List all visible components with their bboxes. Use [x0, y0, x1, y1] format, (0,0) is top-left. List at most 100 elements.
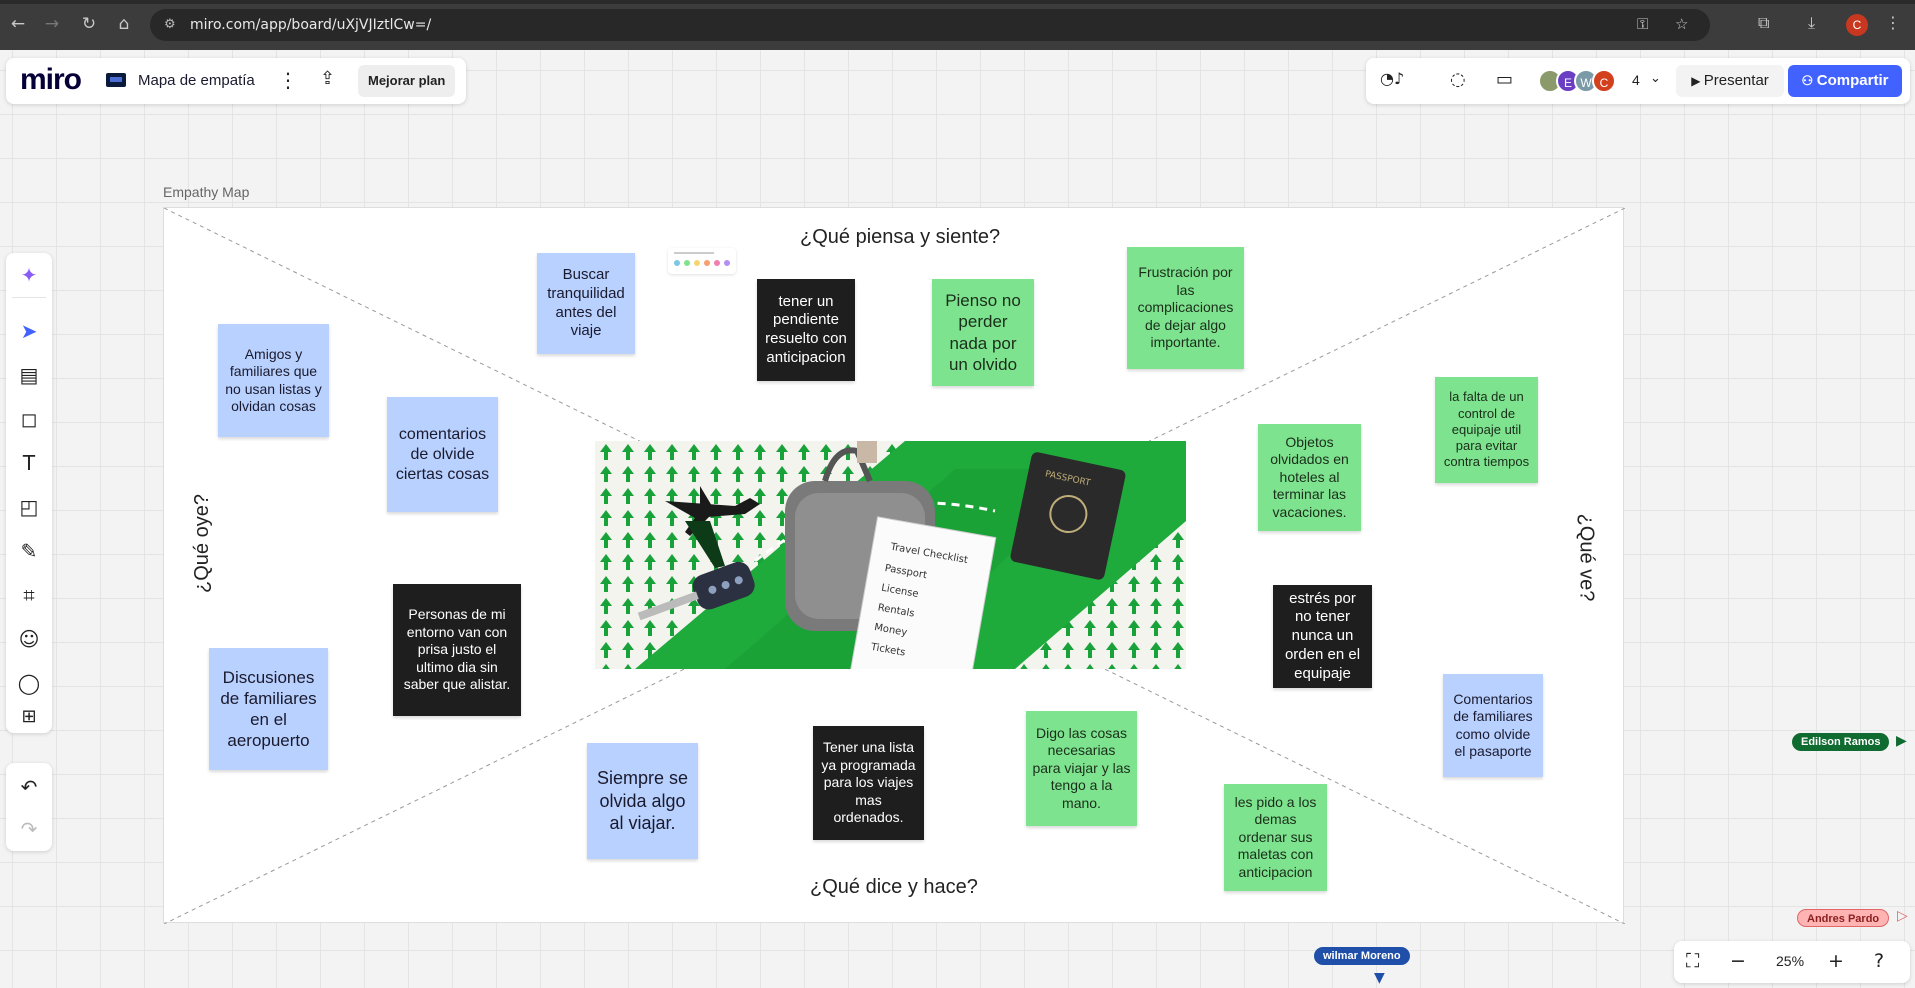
site-info-icon[interactable]: ⚙ [164, 17, 176, 32]
shapes-icon[interactable]: ◰ [6, 489, 52, 525]
collaborator-count[interactable]: 4 [1632, 72, 1640, 88]
sticky-note[interactable]: Siempre se olvida algo al viajar. [587, 743, 698, 859]
toolbar-divider [12, 297, 46, 298]
sticky-note[interactable]: Personas de mi entorno van con prisa jus… [393, 584, 521, 716]
sticky-note[interactable]: Objetos olvidados en hoteles al terminar… [1258, 424, 1361, 531]
undo-icon[interactable]: ↶ [6, 769, 52, 805]
sticky-note[interactable]: la falta de un control de equipaje util … [1435, 377, 1538, 483]
note-text: Objetos olvidados en hoteles al terminar… [1270, 433, 1349, 520]
quadrant-title-sees: ¿Qué ve? [1575, 513, 1598, 602]
emoji-icon[interactable]: ☺ [6, 621, 52, 657]
frame-icon[interactable]: ⌗ [6, 577, 52, 613]
note-text: Siempre se olvida algo al viajar. [596, 768, 689, 834]
sticky-note[interactable]: Buscar tranquilidad antes del viaje [537, 253, 635, 354]
sticky-note-icon[interactable]: ◻ [6, 401, 52, 437]
board-title[interactable]: Mapa de empatía [138, 72, 255, 89]
browser-toolbar: ← → ↻ ⌂ ⚙ miro.com/app/board/uXjVJIztlCw… [0, 0, 1915, 50]
present-button[interactable]: ▶ Presentar [1676, 65, 1784, 97]
sticky-note[interactable]: Comentarios de familiares como olvide el… [1443, 674, 1543, 777]
sticky-note[interactable]: Digo las cosas necesarias para viajar y … [1026, 711, 1137, 826]
note-text: Personas de mi entorno van con prisa jus… [403, 606, 511, 693]
upgrade-plan-button[interactable]: Mejorar plan [358, 65, 456, 97]
sticky-note[interactable]: Frustración por las complicaciones de de… [1127, 247, 1244, 369]
collaborator-cursor: Edilson Ramos [1792, 733, 1890, 751]
frame-label[interactable]: Empathy Map [163, 184, 249, 200]
more-options-icon[interactable]: ⋮ [278, 68, 298, 92]
cursor-name: wilmar Moreno [1323, 950, 1401, 962]
cursor-icon[interactable]: ➤ [6, 313, 52, 349]
chat-icon[interactable]: ◌ [1450, 69, 1466, 90]
address-bar[interactable]: ⚙ miro.com/app/board/uXjVJIztlCw=/ ☆ ⚿ [150, 9, 1710, 41]
left-toolbar: ✦ ➤ ▤ ◻ T ◰ ✎ ⌗ ☺ ◯ ⊞ [6, 253, 52, 733]
reload-icon[interactable]: ↻ [79, 14, 99, 34]
password-key-icon[interactable]: ⚿ [1637, 15, 1648, 33]
quadrant-title-hears: ¿Qué oye? [190, 494, 213, 593]
quadrant-title-says: ¿Qué dice y hace? [810, 876, 978, 898]
zoom-out-icon[interactable]: − [1730, 950, 1746, 972]
help-icon[interactable]: ? [1874, 950, 1884, 972]
browser-menu-icon[interactable]: ⋮ [1885, 13, 1901, 32]
cursor-pointer-icon: ▷ [1897, 908, 1908, 924]
note-text: Buscar tranquilidad antes del viaje [547, 266, 625, 340]
note-text: Pienso no perder nada por un olvido [945, 291, 1021, 374]
redo-icon[interactable]: ↷ [6, 811, 52, 847]
reactions-icon[interactable]: ◔♪ [1380, 69, 1404, 88]
note-text: estrés por no tener nunca un orden en el… [1284, 589, 1361, 682]
extensions-icon[interactable]: ⧉ [1758, 13, 1769, 33]
sticky-note[interactable]: comentarios de olvide ciertas cosas [387, 397, 498, 512]
palette-title [674, 252, 714, 254]
sticky-note[interactable]: les pido a los demas ordenar sus maletas… [1224, 784, 1327, 891]
bookmark-star-icon[interactable]: ☆ [1675, 15, 1688, 33]
collaboration-toolbar: ◔♪ ◌ ▭ E W C 4 ⌄ ▶ Presentar ⚇ Compartir [1366, 58, 1910, 104]
download-icon[interactable]: ⤓ [1808, 13, 1815, 33]
sticky-note[interactable]: Pienso no perder nada por un olvido [932, 279, 1034, 386]
note-text: Amigos y familiares que no usan listas y… [225, 345, 322, 415]
note-text: Discusiones de familiares en el aeropuer… [220, 667, 317, 751]
video-call-icon[interactable]: ▭ [1496, 69, 1513, 90]
avatar[interactable]: C [1592, 69, 1616, 93]
travel-illustration: Travel Checklist Passport License Rental… [595, 441, 1186, 669]
color-palette-widget[interactable] [668, 248, 736, 274]
layout-icon[interactable]: ▤ [6, 357, 52, 393]
back-arrow-icon[interactable]: ← [8, 14, 28, 34]
cursor-pointer-icon: ▶ [1896, 733, 1907, 749]
note-text: les pido a los demas ordenar sus maletas… [1234, 793, 1317, 880]
fit-to-screen-icon[interactable]: ⛶ [1686, 950, 1699, 972]
sticky-note[interactable]: estrés por no tener nunca un orden en el… [1273, 585, 1372, 688]
profile-avatar[interactable]: C [1846, 14, 1868, 36]
zoom-level[interactable]: 25% [1776, 953, 1804, 969]
comment-icon[interactable]: ◯ [6, 665, 52, 701]
travel-illustration-image[interactable]: Travel Checklist Passport License Rental… [595, 441, 1186, 669]
board-thumbnail [106, 73, 126, 87]
forward-arrow-icon[interactable]: → [42, 14, 62, 34]
present-label: Presentar [1703, 72, 1769, 89]
pen-icon[interactable]: ✎ [6, 533, 52, 569]
sticky-note[interactable]: Tener una lista ya programada para los v… [813, 726, 924, 840]
sparkle-icon[interactable]: ✦ [6, 257, 52, 293]
zoom-controls: ⛶ − 25% + ? [1674, 941, 1910, 983]
sticky-note[interactable]: tener un pendiente resuelto con anticipa… [757, 279, 855, 381]
cursor-name: Andres Pardo [1807, 913, 1880, 925]
sticky-note[interactable]: Discusiones de familiares en el aeropuer… [209, 648, 328, 770]
share-button[interactable]: ⚇ Compartir [1788, 65, 1902, 97]
board-header: miro Mapa de empatía ⋮ ⇪ Mejorar plan [6, 58, 466, 104]
note-text: Comentarios de familiares como olvide el… [1453, 690, 1533, 760]
text-icon[interactable]: T [6, 445, 52, 481]
export-icon[interactable]: ⇪ [320, 68, 335, 89]
url-text[interactable]: miro.com/app/board/uXjVJIztlCw=/ [190, 17, 431, 33]
zoom-in-icon[interactable]: + [1828, 950, 1844, 972]
note-text: Frustración por las complicaciones de de… [1137, 264, 1234, 351]
note-text: tener un pendiente resuelto con anticipa… [765, 292, 847, 366]
plus-icon[interactable]: ⊞ [6, 699, 52, 735]
play-icon: ▶ [1691, 74, 1704, 88]
note-text: Digo las cosas necesarias para viajar y … [1032, 724, 1131, 811]
chevron-down-icon[interactable]: ⌄ [1650, 71, 1661, 86]
home-icon[interactable]: ⌂ [114, 14, 134, 34]
miro-logo[interactable]: miro [20, 63, 82, 97]
sticky-note[interactable]: Amigos y familiares que no usan listas y… [218, 324, 329, 437]
note-text: la falta de un control de equipaje util … [1443, 389, 1530, 470]
quadrant-title-thinks: ¿Qué piensa y siente? [800, 226, 1001, 248]
share-label: Compartir [1816, 72, 1889, 89]
note-text: Tener una lista ya programada para los v… [821, 739, 916, 826]
history-toolbar: ↶ ↷ [6, 763, 52, 851]
